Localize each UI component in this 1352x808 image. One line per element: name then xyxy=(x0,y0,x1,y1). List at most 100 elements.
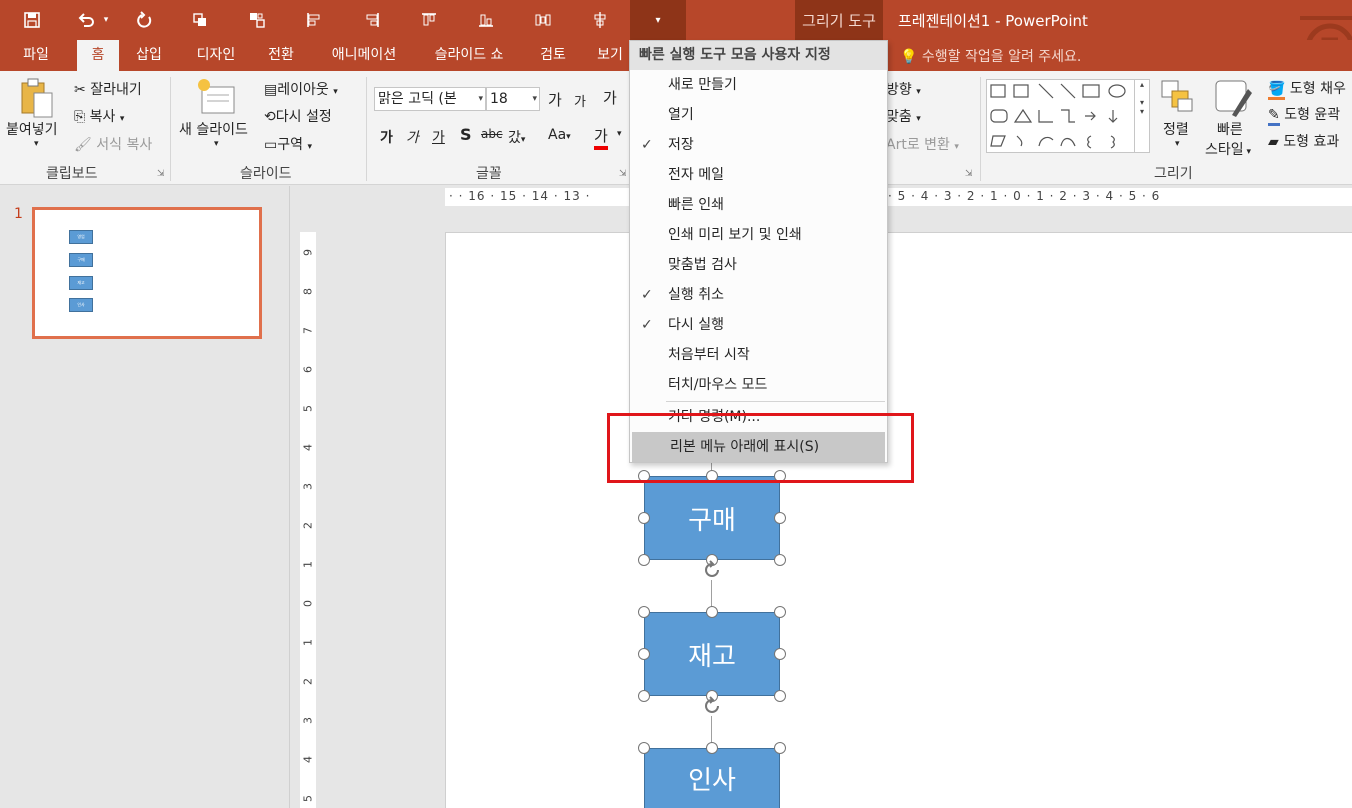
clipboard-launcher-icon[interactable]: ⇲ xyxy=(157,169,165,179)
drawing-tools-context-tab[interactable]: 그리기 도구 xyxy=(795,0,883,40)
resize-handle[interactable] xyxy=(638,648,650,660)
slide-thumbnail[interactable]: 영업 구매 재고 인사 xyxy=(32,207,262,339)
bring-forward-icon[interactable] xyxy=(186,6,214,34)
text-direction-button[interactable]: 방향 ▾ xyxy=(886,79,921,99)
distribute-icon[interactable] xyxy=(529,6,557,34)
shape-node[interactable]: 구매 xyxy=(644,476,780,560)
tab-file[interactable]: 파일 xyxy=(10,40,62,71)
quick-styles-label-2[interactable]: 스타일 ▾ xyxy=(1205,139,1251,159)
char-spacing-button[interactable]: 갔▾ xyxy=(508,127,525,147)
quick-styles-icon[interactable] xyxy=(1214,79,1254,119)
save-icon[interactable] xyxy=(18,6,46,34)
shape-effects-icon: ▰ xyxy=(1268,134,1279,150)
section-button[interactable]: ▭구역 ▾ xyxy=(264,134,312,154)
customize-qat-icon[interactable]: ▾ xyxy=(630,0,686,40)
arrange-button[interactable]: 정렬 xyxy=(1163,119,1189,139)
menu-item[interactable]: 맞춤법 검사 xyxy=(630,250,887,280)
shape-outline-button[interactable]: ✎ 도형 윤곽 xyxy=(1268,104,1340,126)
tab-transitions[interactable]: 전환 xyxy=(258,40,304,71)
resize-handle[interactable] xyxy=(774,606,786,618)
font-size-combo[interactable]: 18 ▾ xyxy=(486,87,540,111)
align-center-icon[interactable] xyxy=(586,6,614,34)
change-case-button[interactable]: Aa▾ xyxy=(548,127,571,143)
clear-format-button[interactable]: 가 xyxy=(603,87,617,108)
menu-item[interactable]: 전자 메일 xyxy=(630,160,887,190)
convert-smartart-button[interactable]: Art로 변환 ▾ xyxy=(886,134,959,154)
arrange-icon[interactable] xyxy=(1160,79,1196,115)
menu-item[interactable]: 처음부터 시작 xyxy=(630,340,887,370)
shape-node[interactable]: 재고 xyxy=(644,612,780,696)
menu-item[interactable]: 열기 xyxy=(630,100,887,130)
group-icon[interactable] xyxy=(243,6,271,34)
shape-node[interactable]: 인사 xyxy=(644,748,780,808)
underline-button[interactable]: 가 xyxy=(432,127,445,147)
shapes-gallery-scroll[interactable]: ▴ ▾ ▾ xyxy=(1134,79,1150,153)
rotate-handle-icon[interactable] xyxy=(700,694,724,718)
resize-handle[interactable] xyxy=(638,606,650,618)
paste-button[interactable]: 붙여넣기 xyxy=(6,119,58,139)
menu-item[interactable]: 인쇄 미리 보기 및 인쇄 xyxy=(630,220,887,250)
format-painter-button[interactable]: 🖌 서식 복사 xyxy=(74,134,152,154)
shrink-font-button[interactable]: 가 xyxy=(574,91,586,110)
menu-item[interactable]: ✓ 저장 xyxy=(630,130,887,160)
cut-button[interactable]: ✂ 잘라내기 xyxy=(74,79,142,99)
resize-handle[interactable] xyxy=(774,742,786,754)
tab-insert[interactable]: 삽입 xyxy=(126,40,172,71)
menu-item[interactable]: ✓ 다시 실행 xyxy=(630,310,887,340)
layout-button[interactable]: ▤레이아웃 ▾ xyxy=(264,79,338,99)
resize-handle[interactable] xyxy=(638,512,650,524)
redo-icon[interactable] xyxy=(131,6,159,34)
grow-font-button[interactable]: 가 xyxy=(548,89,562,110)
tab-home[interactable]: 홈 xyxy=(77,40,119,71)
tab-review[interactable]: 검토 xyxy=(530,40,576,71)
italic-button[interactable]: 가 xyxy=(406,127,419,147)
tell-me-box[interactable]: 💡 수행할 작업을 알려 주세요. xyxy=(900,46,1081,66)
resize-handle[interactable] xyxy=(774,648,786,660)
font-color-button[interactable]: 가 xyxy=(594,125,608,150)
tab-animations[interactable]: 애니메이션 xyxy=(318,40,410,71)
arrange-dropdown-icon[interactable]: ▾ xyxy=(1175,139,1180,149)
paste-dropdown-icon[interactable]: ▾ xyxy=(34,139,39,149)
new-slide-button[interactable]: 새 슬라이드 xyxy=(179,119,248,139)
font-color-dropdown-icon[interactable]: ▾ xyxy=(617,129,622,139)
copy-button[interactable]: ⎘ 복사 ▾ xyxy=(74,106,124,126)
reset-button[interactable]: ⟲다시 설정 xyxy=(264,106,332,126)
menu-item[interactable]: 빠른 인쇄 xyxy=(630,190,887,220)
new-slide-icon[interactable] xyxy=(196,77,240,117)
customize-qat-menu: 빠른 실행 도구 모음 사용자 지정 새로 만들기 열기 ✓ 저장 전자 메일 빠른 인쇄… xyxy=(629,40,888,463)
bold-button[interactable]: 가 xyxy=(380,127,393,147)
new-slide-dropdown-icon[interactable]: ▾ xyxy=(214,139,219,149)
tab-view[interactable]: 보기 xyxy=(590,40,630,71)
resize-handle[interactable] xyxy=(638,742,650,754)
shape-effects-button[interactable]: ▰ 도형 효과 xyxy=(1268,131,1339,151)
slide-canvas[interactable] xyxy=(445,232,1352,808)
align-top-icon[interactable] xyxy=(415,6,443,34)
resize-handle[interactable] xyxy=(638,554,650,566)
resize-handle[interactable] xyxy=(774,512,786,524)
menu-item[interactable]: 새로 만들기 xyxy=(630,70,887,100)
strikethrough-button[interactable]: abc xyxy=(481,127,503,141)
menu-item[interactable]: 터치/마우스 모드 xyxy=(630,370,887,400)
shape-fill-button[interactable]: 🪣 도형 채우 xyxy=(1268,78,1346,100)
font-launcher-icon[interactable]: ⇲ xyxy=(619,169,627,179)
undo-dropdown-icon[interactable]: ▾ xyxy=(96,6,116,34)
rotate-handle-icon[interactable] xyxy=(700,558,724,582)
paragraph-launcher-icon[interactable]: ⇲ xyxy=(965,169,973,179)
resize-handle[interactable] xyxy=(774,554,786,566)
resize-handle[interactable] xyxy=(706,606,718,618)
quick-styles-label-1[interactable]: 빠른 xyxy=(1217,119,1243,139)
tab-slideshow[interactable]: 슬라이드 쇼 xyxy=(422,40,516,71)
paste-icon[interactable] xyxy=(18,77,58,121)
align-right-icon[interactable] xyxy=(358,6,386,34)
resize-handle[interactable] xyxy=(774,690,786,702)
shadow-button[interactable]: S xyxy=(460,125,472,144)
align-left-icon[interactable] xyxy=(300,6,328,34)
tab-design[interactable]: 디자인 xyxy=(186,40,246,71)
shapes-gallery[interactable] xyxy=(986,79,1136,153)
menu-item[interactable]: ✓ 실행 취소 xyxy=(630,280,887,310)
align-text-button[interactable]: 맞춤 ▾ xyxy=(886,106,921,126)
align-bottom-icon[interactable] xyxy=(472,6,500,34)
resize-handle[interactable] xyxy=(706,742,718,754)
font-name-combo[interactable]: 맑은 고딕 (본 ▾ xyxy=(374,87,486,111)
resize-handle[interactable] xyxy=(638,690,650,702)
